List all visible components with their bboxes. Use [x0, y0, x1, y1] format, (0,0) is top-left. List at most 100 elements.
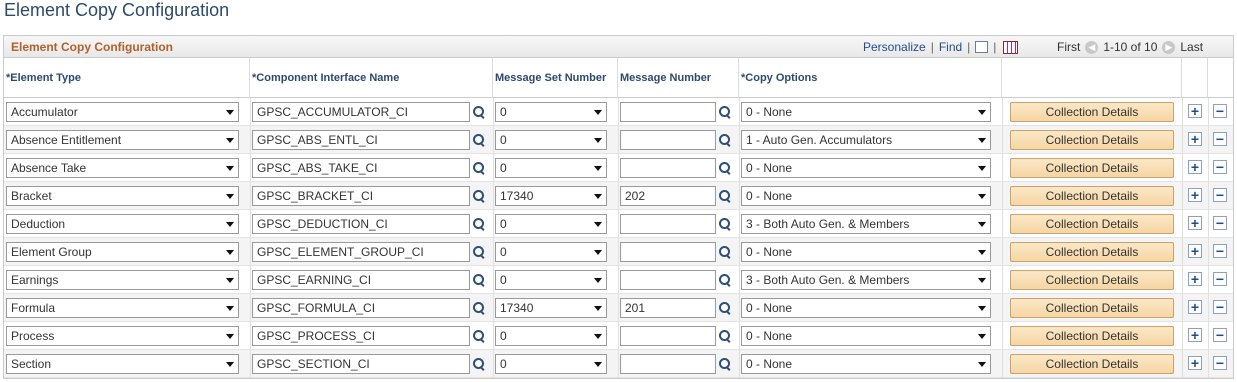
message-number-input[interactable] — [620, 158, 716, 178]
delete-row-icon[interactable]: − — [1213, 244, 1227, 258]
find-link[interactable]: Find — [939, 40, 962, 54]
message-set-select[interactable]: 17340 — [495, 298, 607, 318]
delete-row-icon[interactable]: − — [1213, 356, 1227, 370]
message-set-select[interactable]: 0 — [495, 326, 607, 346]
lookup-icon[interactable] — [719, 246, 731, 258]
view-all-icon[interactable] — [975, 41, 989, 53]
message-set-select[interactable]: 0 — [495, 102, 607, 122]
lookup-icon[interactable] — [719, 274, 731, 286]
collection-details-button[interactable]: Collection Details — [1010, 130, 1174, 150]
collection-details-button[interactable]: Collection Details — [1010, 102, 1174, 122]
message-number-input[interactable] — [620, 130, 716, 150]
message-set-select[interactable]: 17340 — [495, 186, 607, 206]
element-type-select[interactable]: Absence Take — [6, 158, 239, 178]
lookup-icon[interactable] — [473, 330, 485, 342]
message-set-select[interactable]: 0 — [495, 130, 607, 150]
lookup-icon[interactable] — [473, 302, 485, 314]
last-link[interactable]: Last — [1180, 40, 1203, 54]
collection-details-button[interactable]: Collection Details — [1010, 326, 1174, 346]
element-type-select[interactable]: Accumulator — [6, 102, 239, 122]
message-number-input[interactable] — [620, 102, 716, 122]
message-number-input[interactable] — [620, 214, 716, 234]
element-type-select[interactable]: Absence Entitlement — [6, 130, 239, 150]
copy-options-select[interactable]: 0 - None — [741, 158, 991, 178]
collection-details-button[interactable]: Collection Details — [1010, 298, 1174, 318]
delete-row-icon[interactable]: − — [1213, 216, 1227, 230]
add-row-icon[interactable]: + — [1188, 272, 1202, 286]
personalize-link[interactable]: Personalize — [863, 40, 926, 54]
message-number-input[interactable]: 202 — [620, 186, 716, 206]
ci-name-input[interactable]: GPSC_ABS_ENTL_CI — [252, 130, 470, 150]
lookup-icon[interactable] — [473, 162, 485, 174]
message-number-input[interactable] — [620, 354, 716, 374]
element-type-select[interactable]: Element Group — [6, 242, 239, 262]
element-type-select[interactable]: Deduction — [6, 214, 239, 234]
element-type-select[interactable]: Section — [6, 354, 239, 374]
collection-details-button[interactable]: Collection Details — [1010, 354, 1174, 374]
delete-row-icon[interactable]: − — [1213, 160, 1227, 174]
collection-details-button[interactable]: Collection Details — [1010, 214, 1174, 234]
lookup-icon[interactable] — [473, 218, 485, 230]
add-row-icon[interactable]: + — [1188, 244, 1202, 258]
lookup-icon[interactable] — [719, 218, 731, 230]
add-row-icon[interactable]: + — [1188, 328, 1202, 342]
ci-name-input[interactable]: GPSC_BRACKET_CI — [252, 186, 470, 206]
ci-name-input[interactable]: GPSC_SECTION_CI — [252, 354, 470, 374]
first-link[interactable]: First — [1057, 40, 1080, 54]
lookup-icon[interactable] — [719, 134, 731, 146]
add-row-icon[interactable]: + — [1188, 104, 1202, 118]
element-type-select[interactable]: Bracket — [6, 186, 239, 206]
copy-options-select[interactable]: 0 - None — [741, 186, 991, 206]
lookup-icon[interactable] — [473, 358, 485, 370]
next-arrow-icon[interactable]: ▶ — [1162, 40, 1176, 54]
copy-options-select[interactable]: 1 - Auto Gen. Accumulators — [741, 130, 991, 150]
lookup-icon[interactable] — [719, 162, 731, 174]
col-msg-num[interactable]: Message Number — [618, 58, 739, 98]
delete-row-icon[interactable]: − — [1213, 188, 1227, 202]
element-type-select[interactable]: Formula — [6, 298, 239, 318]
message-set-select[interactable]: 0 — [495, 354, 607, 374]
element-type-select[interactable]: Earnings — [6, 270, 239, 290]
ci-name-input[interactable]: GPSC_ELEMENT_GROUP_CI — [252, 242, 470, 262]
lookup-icon[interactable] — [719, 330, 731, 342]
message-set-select[interactable]: 0 — [495, 270, 607, 290]
copy-options-select[interactable]: 0 - None — [741, 102, 991, 122]
copy-options-select[interactable]: 0 - None — [741, 326, 991, 346]
col-copy-options[interactable]: *Copy Options — [739, 58, 1002, 98]
lookup-icon[interactable] — [473, 134, 485, 146]
message-number-input[interactable] — [620, 242, 716, 262]
lookup-icon[interactable] — [473, 190, 485, 202]
element-type-select[interactable]: Process — [6, 326, 239, 346]
collection-details-button[interactable]: Collection Details — [1010, 186, 1174, 206]
add-row-icon[interactable]: + — [1188, 160, 1202, 174]
delete-row-icon[interactable]: − — [1213, 328, 1227, 342]
ci-name-input[interactable]: GPSC_ACCUMULATOR_CI — [252, 102, 470, 122]
copy-options-select[interactable]: 0 - None — [741, 354, 991, 374]
lookup-icon[interactable] — [473, 246, 485, 258]
message-number-input[interactable] — [620, 270, 716, 290]
lookup-icon[interactable] — [719, 358, 731, 370]
collection-details-button[interactable]: Collection Details — [1010, 158, 1174, 178]
delete-row-icon[interactable]: − — [1213, 104, 1227, 118]
copy-options-select[interactable]: 3 - Both Auto Gen. & Members — [741, 270, 991, 290]
previous-arrow-icon[interactable]: ◀ — [1085, 40, 1099, 54]
col-element-type[interactable]: *Element Type — [4, 58, 250, 98]
delete-row-icon[interactable]: − — [1213, 132, 1227, 146]
delete-row-icon[interactable]: − — [1213, 300, 1227, 314]
download-grid-icon[interactable] — [1003, 40, 1019, 54]
ci-name-input[interactable]: GPSC_PROCESS_CI — [252, 326, 470, 346]
lookup-icon[interactable] — [473, 106, 485, 118]
message-number-input[interactable] — [620, 326, 716, 346]
message-set-select[interactable]: 0 — [495, 242, 607, 262]
copy-options-select[interactable]: 0 - None — [741, 298, 991, 318]
ci-name-input[interactable]: GPSC_DEDUCTION_CI — [252, 214, 470, 234]
lookup-icon[interactable] — [719, 106, 731, 118]
message-number-input[interactable]: 201 — [620, 298, 716, 318]
copy-options-select[interactable]: 3 - Both Auto Gen. & Members — [741, 214, 991, 234]
message-set-select[interactable]: 0 — [495, 214, 607, 234]
copy-options-select[interactable]: 0 - None — [741, 242, 991, 262]
ci-name-input[interactable]: GPSC_EARNING_CI — [252, 270, 470, 290]
ci-name-input[interactable]: GPSC_ABS_TAKE_CI — [252, 158, 470, 178]
lookup-icon[interactable] — [719, 190, 731, 202]
delete-row-icon[interactable]: − — [1213, 272, 1227, 286]
